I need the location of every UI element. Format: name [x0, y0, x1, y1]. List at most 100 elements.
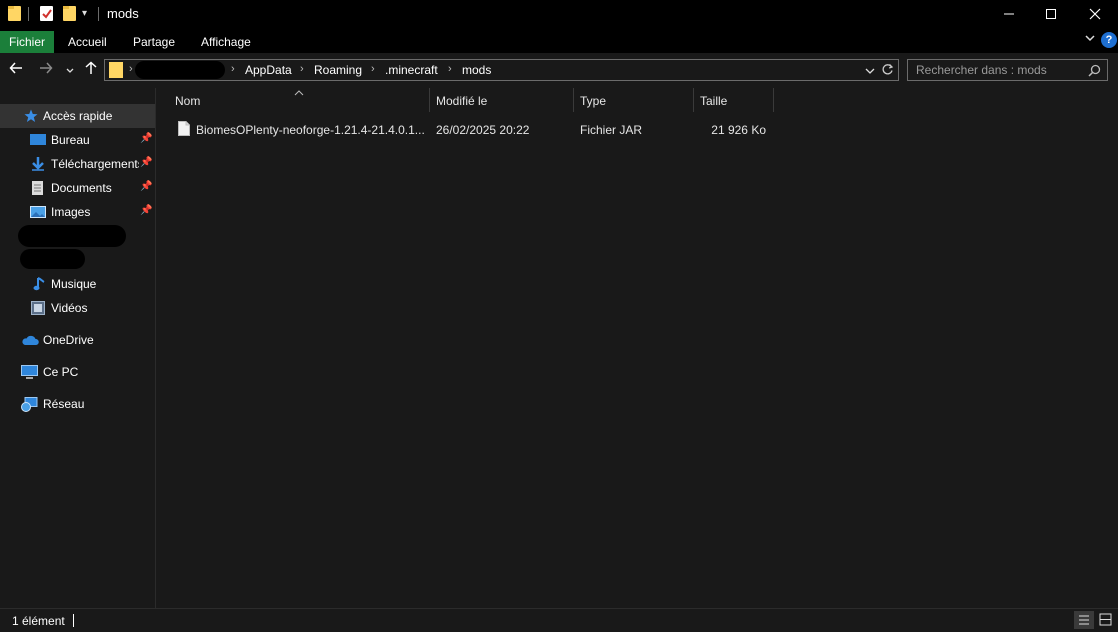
tab-partage[interactable]: Partage — [124, 31, 184, 53]
recent-locations-button[interactable] — [65, 63, 75, 80]
maximize-icon — [1046, 9, 1056, 19]
file-icon — [178, 121, 190, 139]
expand-ribbon-icon[interactable] — [1084, 32, 1096, 47]
file-type: Fichier JAR — [580, 123, 643, 137]
tab-accueil[interactable]: Accueil — [59, 31, 116, 53]
file-size: 21 926 Ko — [711, 123, 766, 137]
separator — [28, 7, 29, 21]
sidebar-item-onedrive[interactable]: OneDrive — [0, 328, 155, 352]
sidebar-item-label: Accès rapide — [43, 109, 113, 123]
search-icon[interactable] — [1088, 64, 1101, 80]
sidebar-item-label: Ce PC — [43, 365, 79, 379]
sidebar-item-label: Téléchargements — [51, 157, 139, 171]
sidebar-item-bureau[interactable]: Bureau 📌 — [0, 128, 155, 152]
minimize-button[interactable] — [986, 0, 1032, 28]
details-view-button[interactable] — [1074, 611, 1094, 629]
breadcrumb-minecraft[interactable]: .minecraft — [385, 63, 438, 77]
refresh-button[interactable] — [881, 63, 894, 79]
breadcrumb-roaming[interactable]: Roaming — [314, 63, 362, 77]
arrow-left-icon — [9, 62, 22, 74]
file-modified: 26/02/2025 20:22 — [436, 123, 530, 137]
arrow-right-icon — [40, 62, 53, 74]
properties-icon[interactable] — [40, 6, 53, 21]
download-icon — [30, 157, 46, 171]
chevron-down-icon — [66, 68, 74, 73]
search-box[interactable]: Rechercher dans : mods — [907, 59, 1108, 81]
details-view-icon — [1079, 615, 1089, 625]
column-divider[interactable] — [429, 88, 430, 112]
sidebar-item-images[interactable]: Images 📌 — [0, 200, 155, 224]
chevron-right-icon: › — [300, 63, 304, 75]
title-bar: ▾ mods — [0, 0, 1118, 28]
sidebar-item-label: Images — [51, 205, 91, 219]
pin-icon: 📌 — [140, 205, 153, 216]
sidebar-item-telechargements[interactable]: Téléchargements 📌 — [0, 152, 155, 176]
refresh-icon — [882, 64, 894, 75]
column-divider[interactable] — [573, 88, 574, 112]
redacted-user-crumb — [135, 61, 225, 79]
pin-icon: 📌 — [140, 157, 153, 168]
customize-toolbar-icon[interactable]: ▾ — [82, 8, 87, 19]
sidebar-item-documents[interactable]: Documents 📌 — [0, 176, 155, 200]
sidebar-item-label: Réseau — [43, 397, 85, 411]
help-icon[interactable]: ? — [1101, 32, 1117, 48]
tab-fichier[interactable]: Fichier — [0, 31, 55, 53]
column-header-name[interactable]: Nom — [175, 94, 200, 108]
sidebar-item-label: Documents — [51, 181, 112, 195]
chevron-right-icon: › — [231, 63, 235, 75]
column-header-modified[interactable]: Modifié le — [436, 94, 487, 108]
redacted-item — [18, 225, 126, 247]
file-list: Nom Modifié le Type Taille BiomesOPlenty… — [156, 88, 1118, 608]
column-header-type[interactable]: Type — [580, 94, 606, 108]
column-divider[interactable] — [773, 88, 774, 112]
large-icons-view-button[interactable] — [1096, 611, 1116, 629]
address-dropdown-button[interactable] — [865, 65, 875, 79]
sidebar-item-label: Vidéos — [51, 301, 88, 315]
folder-icon — [8, 6, 21, 21]
file-name[interactable]: BiomesOPlenty-neoforge-1.21.4-21.4.0.1..… — [196, 123, 425, 137]
back-button[interactable] — [9, 61, 23, 79]
sort-ascending-icon — [294, 86, 304, 100]
item-count: 1 élément — [12, 614, 65, 628]
forward-button[interactable] — [39, 61, 53, 79]
folder-icon — [109, 62, 123, 78]
chevron-right-icon: › — [129, 63, 133, 75]
column-header-size[interactable]: Taille — [700, 94, 727, 108]
breadcrumb-appdata[interactable]: AppData — [245, 63, 292, 77]
sidebar-item-ce-pc[interactable]: Ce PC — [0, 360, 155, 384]
desktop-icon — [30, 133, 46, 147]
sidebar-item-reseau[interactable]: Réseau — [0, 392, 155, 416]
tab-affichage[interactable]: Affichage — [192, 31, 260, 53]
ribbon: Fichier Accueil Partage Affichage — [0, 28, 1118, 53]
column-divider[interactable] — [693, 88, 694, 112]
sidebar-item-videos[interactable]: Vidéos — [0, 296, 155, 320]
close-button[interactable] — [1072, 0, 1118, 28]
separator — [98, 7, 99, 21]
window-title: mods — [107, 6, 139, 21]
close-icon — [1089, 8, 1101, 20]
large-icons-view-icon — [1099, 613, 1112, 626]
maximize-button[interactable] — [1028, 0, 1074, 28]
status-bar: 1 élément — [0, 608, 1118, 631]
documents-icon — [31, 181, 47, 195]
address-bar[interactable]: › › AppData › Roaming › .minecraft › mod… — [104, 59, 899, 81]
navigation-pane: Accès rapide Bureau 📌 Téléchargements 📌 … — [0, 88, 156, 608]
breadcrumb-mods[interactable]: mods — [462, 63, 491, 77]
redacted-item — [20, 249, 85, 269]
sidebar-item-label: Bureau — [51, 133, 90, 147]
chevron-right-icon: › — [448, 63, 452, 75]
search-input[interactable]: Rechercher dans : mods — [916, 63, 1047, 77]
pin-icon: 📌 — [140, 133, 153, 144]
up-button[interactable] — [84, 61, 98, 79]
pin-icon: 📌 — [140, 181, 153, 192]
chevron-down-icon — [865, 68, 875, 74]
images-icon — [30, 205, 46, 219]
sidebar-item-musique[interactable]: Musique — [0, 272, 155, 296]
chevron-right-icon: › — [371, 63, 375, 75]
sidebar-item-quick-access[interactable]: Accès rapide — [0, 104, 155, 128]
new-folder-icon[interactable] — [63, 6, 76, 21]
sidebar-item-label: Musique — [51, 277, 97, 291]
cloud-icon — [21, 333, 39, 347]
minimize-icon — [1004, 13, 1014, 15]
network-icon — [21, 397, 38, 412]
